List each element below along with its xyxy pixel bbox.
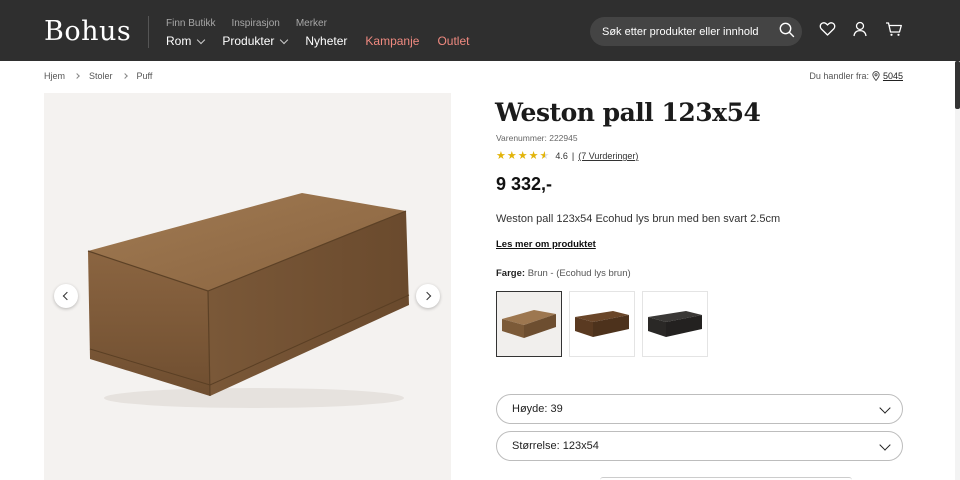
product-image xyxy=(87,193,410,408)
star-full-icon: ★ xyxy=(496,150,506,162)
heart-icon[interactable] xyxy=(819,21,836,37)
scrollbar-track[interactable] xyxy=(955,61,960,480)
nav-divider xyxy=(148,16,149,48)
breadcrumb-hjem[interactable]: Hjem xyxy=(44,71,65,81)
breadcrumb-puff[interactable]: Puff xyxy=(137,71,153,81)
cart-icon[interactable] xyxy=(885,21,903,37)
search-bar[interactable] xyxy=(590,17,802,46)
chevron-down-icon xyxy=(879,439,891,451)
nav-link-inspirasjon[interactable]: Inspirasjon xyxy=(231,18,279,29)
nav-item-produkter[interactable]: Produkter xyxy=(222,34,289,48)
swatch-product-image xyxy=(575,311,629,337)
product-sku: Varenummer: 222945 xyxy=(496,133,578,143)
star-full-icon: ★ xyxy=(506,150,517,162)
color-swatch-svart[interactable] xyxy=(642,291,708,357)
color-swatch-lys-brun[interactable] xyxy=(496,291,562,357)
color-swatch-brun[interactable] xyxy=(569,291,635,357)
product-rating: ★ ★ ★ ★ ★ 4.6 | (7 Vurderinger) xyxy=(496,150,638,162)
reviews-link[interactable]: (7 Vurderinger) xyxy=(578,151,638,161)
color-label: Farge: Brun - (Ecohud lys brun) xyxy=(496,268,631,279)
swatch-product-image xyxy=(502,310,556,338)
rating-divider: | xyxy=(571,151,575,161)
scrollbar-thumb[interactable] xyxy=(955,61,960,109)
gallery-prev-button[interactable] xyxy=(54,284,78,308)
color-label-title: Farge: xyxy=(496,268,526,279)
color-value: Brun - (Ecohud lys brun) xyxy=(527,268,631,279)
chevron-right-icon xyxy=(422,291,432,301)
site-header: Bohus Finn Butikk Inspirasjon Merker Rom… xyxy=(0,0,960,61)
read-more-link[interactable]: Les mer om produktet xyxy=(496,239,596,250)
chevron-left-icon xyxy=(62,291,72,301)
size-select[interactable]: Størrelse: 123x54 xyxy=(496,431,903,461)
user-icon[interactable] xyxy=(852,21,868,37)
location-label: Du handler fra: xyxy=(809,71,869,81)
main-nav: Rom Produkter Nyheter Kampanje Outlet xyxy=(166,34,469,48)
nav-item-label: Produkter xyxy=(222,34,275,48)
rating-value: 4.6 xyxy=(555,151,568,161)
chevron-down-icon xyxy=(197,35,206,44)
product-image-gallery[interactable] xyxy=(44,93,451,480)
nav-item-label: Rom xyxy=(166,34,192,48)
chevron-down-icon xyxy=(879,402,891,414)
site-logo[interactable]: Bohus xyxy=(44,16,131,47)
chevron-down-icon xyxy=(280,35,289,44)
nav-item-kampanje[interactable]: Kampanje xyxy=(365,34,419,48)
search-input[interactable] xyxy=(602,23,762,40)
size-select-value: Størrelse: 123x54 xyxy=(512,440,599,452)
location-zip-link[interactable]: 5045 xyxy=(883,71,903,81)
gallery-next-button[interactable] xyxy=(416,284,440,308)
swatch-product-image xyxy=(648,311,702,337)
nav-link-finn-butikk[interactable]: Finn Butikk xyxy=(166,18,215,29)
star-full-icon: ★ xyxy=(528,150,539,162)
search-icon[interactable] xyxy=(779,22,795,38)
breadcrumb-stoler[interactable]: Stoler xyxy=(89,71,113,81)
breadcrumb: Hjem Stoler Puff xyxy=(44,71,152,81)
product-description: Weston pall 123x54 Ecohud lys brun med b… xyxy=(496,213,781,225)
store-location: Du handler fra: 5045 xyxy=(809,71,903,81)
star-half-icon: ★ xyxy=(539,150,550,162)
product-price: 9 332,- xyxy=(496,174,553,194)
chevron-right-icon xyxy=(121,73,128,79)
nav-item-rom[interactable]: Rom xyxy=(166,34,206,48)
secondary-nav: Finn Butikk Inspirasjon Merker xyxy=(166,18,327,29)
height-select[interactable]: Høyde: 39 xyxy=(496,394,903,424)
location-pin-icon xyxy=(872,71,880,81)
nav-link-merker[interactable]: Merker xyxy=(296,18,327,29)
star-full-icon: ★ xyxy=(517,150,528,162)
nav-item-nyheter[interactable]: Nyheter xyxy=(305,34,347,48)
chevron-right-icon xyxy=(74,73,80,79)
nav-item-outlet[interactable]: Outlet xyxy=(437,34,469,48)
height-select-value: Høyde: 39 xyxy=(512,403,563,415)
product-title: Weston pall 123x54 xyxy=(495,98,761,127)
